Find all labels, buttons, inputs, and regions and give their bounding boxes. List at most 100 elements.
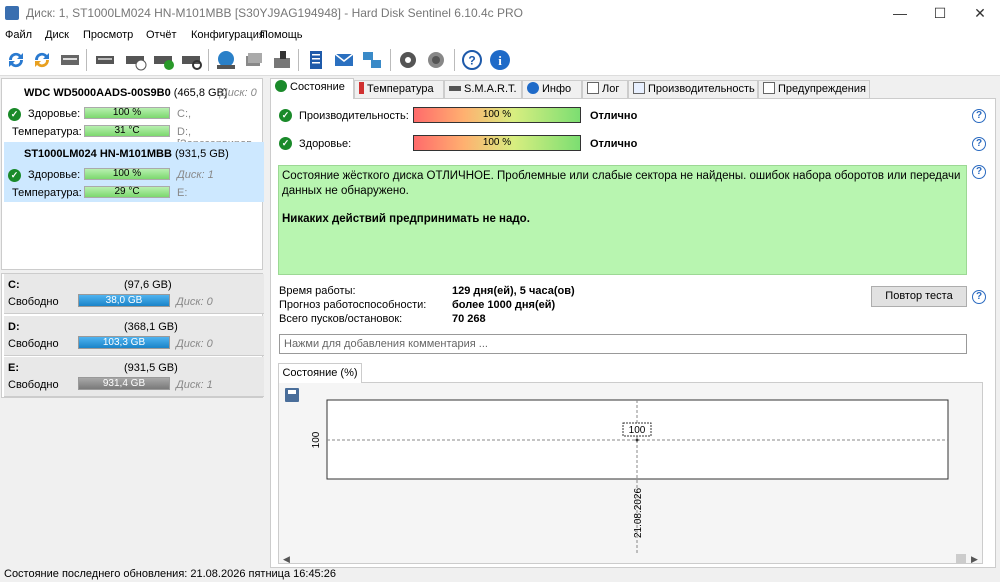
toolbar-separator xyxy=(298,49,299,71)
free-space-bar: 931,4 GB xyxy=(78,377,170,390)
scroll-right-icon[interactable]: ▶ xyxy=(971,554,978,564)
comment-input[interactable]: Нажми для добавления комментария ... xyxy=(279,334,967,354)
forecast-value: более 1000 дня(ей) xyxy=(452,299,556,311)
thermometer-icon xyxy=(359,82,364,94)
help-icon[interactable]: ? xyxy=(972,290,986,304)
svg-text:?: ? xyxy=(468,54,475,68)
tab-info[interactable]: Инфо xyxy=(522,80,582,98)
menu-config[interactable]: Конфигурация xyxy=(191,29,265,41)
menu-help[interactable]: Помощь xyxy=(260,29,303,41)
toolbar-separator xyxy=(390,49,391,71)
volume-card[interactable]: D: (368,1 GB) Свободно 103,3 GB Диск: 0 xyxy=(4,316,264,356)
check-icon: ✓ xyxy=(279,137,292,150)
tab-label: Предупреждения xyxy=(778,83,866,95)
title-bar: Диск: 1, ST1000LM024 HN-M101MBB [S30YJ9A… xyxy=(0,0,1000,26)
chart-tab-status[interactable]: Состояние (%) xyxy=(278,363,362,383)
performance-bar: 100 % xyxy=(413,107,581,123)
chart-icon xyxy=(633,82,645,94)
toolbar-separator xyxy=(454,49,455,71)
report-icon[interactable] xyxy=(304,48,328,72)
performance-status: Отлично xyxy=(590,110,638,122)
health-bar: 100 % xyxy=(413,135,581,151)
check-icon: ✓ xyxy=(279,109,292,122)
help-icon[interactable]: ? xyxy=(972,137,986,151)
copy-icon[interactable] xyxy=(270,48,294,72)
help-icon[interactable]: ? xyxy=(972,165,986,179)
gear-icon[interactable] xyxy=(396,48,420,72)
uptime-value: 129 дня(ей), 5 часа(ов) xyxy=(452,285,575,297)
partition-list: E: xyxy=(177,187,188,199)
temperature-label: Температура: xyxy=(12,187,82,199)
retest-button[interactable]: Повтор теста xyxy=(871,286,967,307)
tab-status[interactable]: Состояние xyxy=(270,78,354,99)
refresh-all-icon[interactable] xyxy=(30,48,54,72)
volume-card[interactable]: E: (931,5 GB) Свободно 931,4 GB Диск: 1 xyxy=(4,357,264,397)
volume-card[interactable]: C: (97,6 GB) Свободно 38,0 GB Диск: 0 xyxy=(4,274,264,314)
volume-disk-tag: Диск: 1 xyxy=(176,379,213,391)
free-space-bar: 38,0 GB xyxy=(78,294,170,307)
free-label: Свободно xyxy=(8,296,59,308)
health-status: Отлично xyxy=(590,138,638,150)
forecast-label: Прогноз работоспособности: xyxy=(279,299,427,311)
tab-temperature[interactable]: Температура xyxy=(354,80,444,98)
health-label: Здоровье: xyxy=(28,108,81,120)
disk-model: ST1000LM024 HN-M101MBB xyxy=(24,148,172,160)
document-icon xyxy=(587,82,599,94)
disk-card[interactable]: WDC WD5000AADS-00S9B0 (465,8 GB) Диск: 0… xyxy=(4,81,264,150)
help-icon[interactable]: ? xyxy=(972,109,986,123)
toolbar-separator xyxy=(86,49,87,71)
info-icon[interactable]: i xyxy=(488,48,512,72)
globe-icon[interactable] xyxy=(214,48,238,72)
volume-size: (931,5 GB) xyxy=(124,362,178,374)
main-panel: Состояние Температура S.M.A.R.T. Инфо Ло… xyxy=(270,78,1000,568)
volume-letter: E: xyxy=(8,362,19,374)
health-bar: 100 % xyxy=(84,107,170,119)
help-icon[interactable]: ? xyxy=(460,48,484,72)
tab-alerts[interactable]: Предупреждения xyxy=(758,80,870,98)
performance-label: Производительность: xyxy=(299,110,409,122)
sound-icon[interactable] xyxy=(424,48,448,72)
tab-smart[interactable]: S.M.A.R.T. xyxy=(444,80,522,98)
scroll-thumb[interactable] xyxy=(956,554,966,563)
menu-file[interactable]: Файл xyxy=(5,29,32,41)
status-advice: Никаких действий предпринимать не надо. xyxy=(282,213,530,225)
temperature-bar: 29 °C xyxy=(84,186,170,198)
tab-label: Температура xyxy=(367,83,434,95)
chart-area: 100 100 21.08.2026 ◀ ▶ xyxy=(278,382,983,564)
check-icon: ✓ xyxy=(8,108,21,121)
menu-view[interactable]: Просмотр xyxy=(83,29,133,41)
toolbar: ? i xyxy=(0,44,1000,76)
refresh-icon[interactable] xyxy=(4,48,28,72)
app-icon xyxy=(5,6,19,20)
mail-icon[interactable] xyxy=(332,48,356,72)
backup-icon[interactable] xyxy=(242,48,266,72)
tab-performance[interactable]: Производительность xyxy=(628,80,758,98)
check-icon: ✓ xyxy=(8,169,21,182)
menu-report[interactable]: Отчёт xyxy=(146,29,176,41)
disk-card-selected[interactable]: ST1000LM024 HN-M101MBB (931,5 GB) ✓ Здор… xyxy=(4,142,264,202)
scroll-left-icon[interactable]: ◀ xyxy=(283,554,290,564)
menu-disk[interactable]: Диск xyxy=(45,29,69,41)
info-icon xyxy=(527,82,539,94)
tab-label: S.M.A.R.T. xyxy=(464,83,517,95)
health-label: Здоровье: xyxy=(299,138,352,150)
disk-search-icon[interactable] xyxy=(180,48,204,72)
disk-test-icon[interactable] xyxy=(94,48,118,72)
close-button[interactable]: ✕ xyxy=(960,0,1000,26)
disk-model: WDC WD5000AADS-00S9B0 xyxy=(24,87,171,99)
maximize-button[interactable]: ☐ xyxy=(920,0,960,26)
partition-list: C:, xyxy=(177,108,192,120)
disk-schedule-icon[interactable] xyxy=(124,48,148,72)
disk-tag: Диск: 0 xyxy=(220,87,257,99)
minimize-button[interactable]: — xyxy=(880,0,920,26)
disk-size: (931,5 GB) xyxy=(175,148,229,160)
disk-info-icon[interactable] xyxy=(58,48,82,72)
volume-letter: C: xyxy=(8,279,20,291)
disk-check-icon[interactable] xyxy=(152,48,176,72)
volume-letter: D: xyxy=(8,321,20,333)
health-bar: 100 % xyxy=(84,168,170,180)
volume-size: (368,1 GB) xyxy=(124,321,178,333)
tab-log[interactable]: Лог xyxy=(582,80,628,98)
status-description: Состояние жёсткого диска ОТЛИЧНОЕ. Пробл… xyxy=(282,170,961,197)
network-icon[interactable] xyxy=(360,48,384,72)
